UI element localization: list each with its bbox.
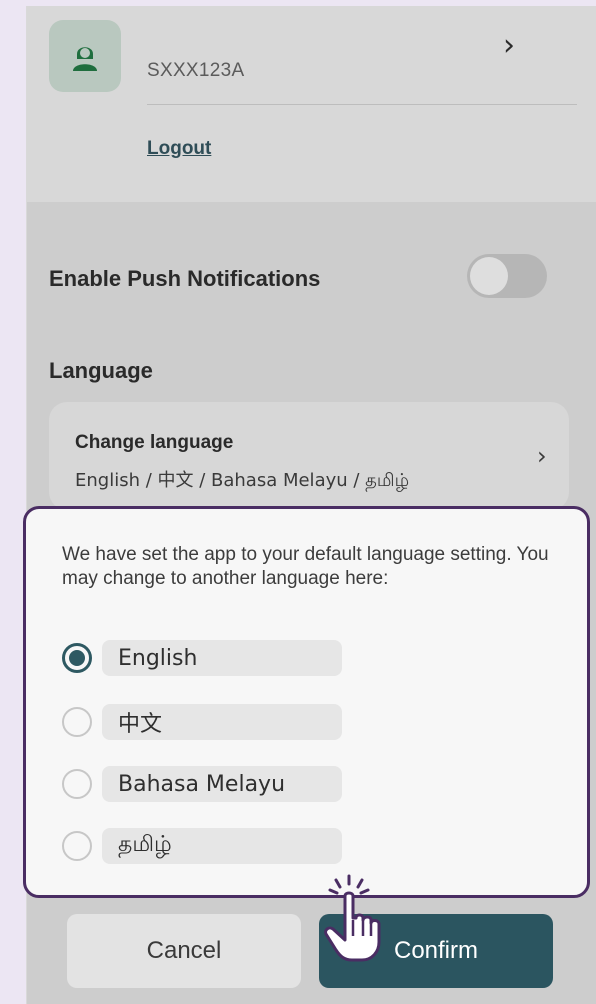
chevron-right-icon[interactable]: › xyxy=(503,28,515,63)
language-option-malay[interactable]: Bahasa Melayu xyxy=(62,765,342,803)
language-option-label: Bahasa Melayu xyxy=(102,766,342,802)
toggle-knob xyxy=(470,257,508,295)
language-option-label: தமிழ் xyxy=(102,828,342,864)
person-avatar-icon xyxy=(73,47,97,71)
dialog-message: We have set the app to your default lang… xyxy=(62,544,549,589)
hand-pointer-icon xyxy=(324,874,381,962)
radio-button[interactable] xyxy=(62,707,92,737)
language-option-label: 中文 xyxy=(102,704,342,740)
radio-button[interactable] xyxy=(62,831,92,861)
language-dialog: We have set the app to your default lang… xyxy=(23,506,590,898)
avatar xyxy=(49,20,121,92)
divider xyxy=(147,104,577,105)
push-notifications-label: Enable Push Notifications xyxy=(49,266,321,291)
radio-button[interactable] xyxy=(62,769,92,799)
logout-link[interactable]: Logout xyxy=(147,138,211,160)
language-option-tamil[interactable]: தமிழ் xyxy=(62,827,342,865)
push-notifications-toggle[interactable] xyxy=(467,254,547,298)
cancel-button[interactable]: Cancel xyxy=(67,914,301,988)
language-heading: Language xyxy=(49,358,153,383)
language-option-chinese[interactable]: 中文 xyxy=(62,703,342,741)
user-id: SXXX123A xyxy=(147,60,245,81)
change-language-title: Change language xyxy=(75,432,234,453)
change-language-value: English / 中文 / Bahasa Melayu / தமிழ் xyxy=(75,470,410,491)
language-option-english[interactable]: English xyxy=(62,639,342,677)
chevron-right-icon: › xyxy=(537,442,547,470)
language-option-label: English xyxy=(102,640,342,676)
change-language-card[interactable]: Change language English / 中文 / Bahasa Me… xyxy=(49,402,569,510)
profile-section: SXXX123A › Logout xyxy=(27,6,596,202)
radio-button[interactable] xyxy=(62,643,92,673)
